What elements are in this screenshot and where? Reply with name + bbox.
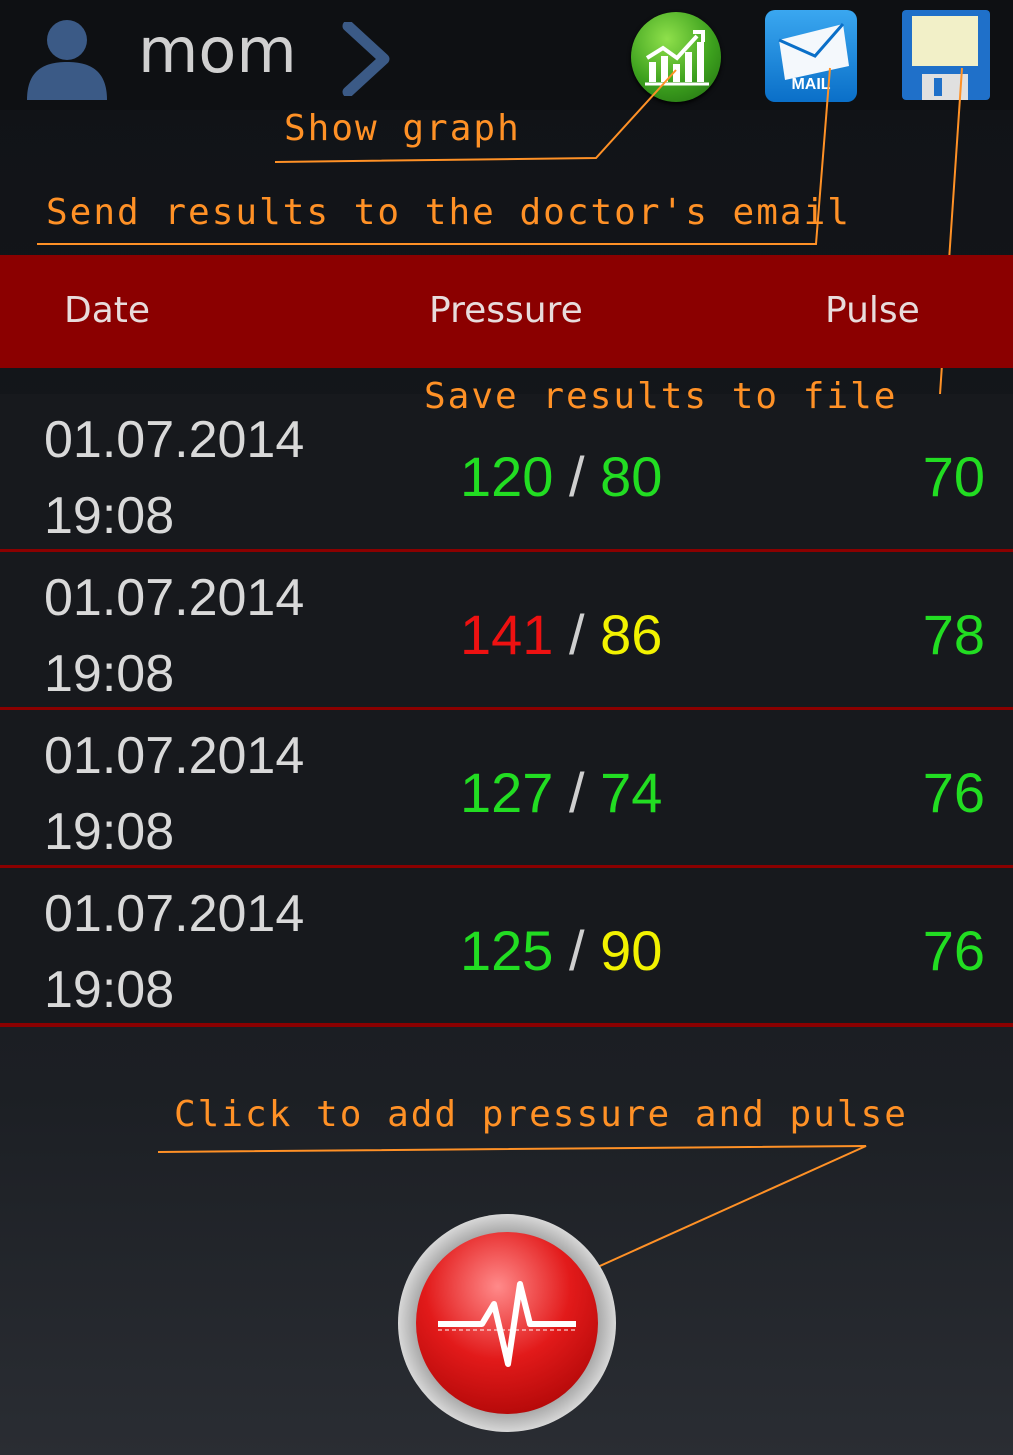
systolic-value: 141	[460, 603, 554, 666]
annotation-show-graph: Show graph	[284, 108, 521, 149]
row-pressure: 125 / 90	[460, 919, 663, 982]
column-pulse[interactable]: Pulse	[825, 290, 920, 331]
table-row[interactable]: 01.07.2014 19:08 120 / 80 70	[0, 394, 1013, 553]
table-row[interactable]: 01.07.2014 19:08 125 / 90 76	[0, 868, 1013, 1027]
show-graph-button[interactable]	[631, 12, 721, 102]
diastolic-value: 86	[600, 603, 663, 666]
annotation-send-email: Send results to the doctor's email	[46, 192, 851, 233]
row-date: 01.07.2014	[44, 885, 305, 943]
user-icon[interactable]	[22, 12, 112, 102]
row-time: 19:08	[44, 803, 175, 861]
heartbeat-icon	[438, 1281, 576, 1367]
diastolic-value: 80	[600, 445, 663, 508]
row-pressure: 120 / 80	[460, 445, 663, 508]
graph-icon	[645, 30, 709, 86]
row-pressure: 127 / 74	[460, 761, 663, 824]
row-date: 01.07.2014	[44, 569, 305, 627]
row-time: 19:08	[44, 961, 175, 1019]
row-pressure: 141 / 86	[460, 603, 663, 666]
systolic-value: 125	[460, 919, 554, 982]
annotation-add-entry: Click to add pressure and pulse	[174, 1094, 908, 1135]
diastolic-value: 74	[600, 761, 663, 824]
row-pulse: 76	[922, 761, 985, 824]
chevron-right-icon[interactable]	[340, 22, 392, 96]
table-row[interactable]: 01.07.2014 19:08 141 / 86 78	[0, 552, 1013, 711]
row-pulse: 70	[922, 445, 985, 508]
add-button-face	[416, 1232, 598, 1414]
add-measurement-button[interactable]	[398, 1214, 616, 1432]
row-time: 19:08	[44, 645, 175, 703]
systolic-value: 127	[460, 761, 554, 824]
column-date[interactable]: Date	[64, 290, 150, 331]
annotation-save-file: Save results to file	[424, 376, 898, 417]
row-date: 01.07.2014	[44, 411, 305, 469]
row-pulse: 78	[922, 603, 985, 666]
send-email-button[interactable]: MAIL	[765, 10, 857, 102]
row-date: 01.07.2014	[44, 727, 305, 785]
row-pulse: 76	[922, 919, 985, 982]
systolic-value: 120	[460, 445, 554, 508]
row-time: 19:08	[44, 487, 175, 545]
column-pressure[interactable]: Pressure	[429, 290, 583, 331]
table-row[interactable]: 01.07.2014 19:08 127 / 74 76	[0, 710, 1013, 869]
save-to-file-button[interactable]	[902, 10, 990, 100]
mail-label: MAIL	[791, 76, 831, 93]
floppy-save-icon	[912, 16, 978, 100]
profile-name[interactable]: mom	[138, 14, 297, 87]
diastolic-value: 90	[600, 919, 663, 982]
